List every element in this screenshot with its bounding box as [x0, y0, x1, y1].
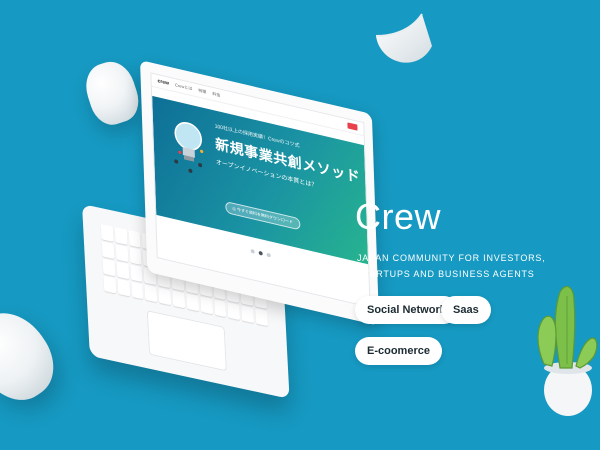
- site-nav-cta-button[interactable]: [347, 122, 358, 131]
- website-preview: crew Crewとは 特徴 料金 100社以上の採用実績！Crewのコツ式 新…: [150, 72, 371, 308]
- keyboard-key: [116, 261, 129, 280]
- carousel-dot-active[interactable]: [258, 250, 263, 256]
- laptop-mockup: crew Crewとは 特徴 料金 100社以上の採用実績！Crewのコツ式 新…: [80, 50, 380, 399]
- keyboard-key: [128, 230, 142, 248]
- floating-bowl-decoration: [370, 6, 440, 76]
- keyboard-key: [103, 275, 117, 294]
- site-nav-item[interactable]: 特徴: [198, 88, 206, 96]
- carousel-dot[interactable]: [266, 252, 271, 258]
- tag-saas[interactable]: Saas: [441, 296, 491, 324]
- carousel-dots: [250, 248, 271, 258]
- app-title: Crew: [355, 196, 442, 237]
- floating-egg-decoration: [0, 298, 69, 414]
- site-nav-item[interactable]: 料金: [212, 91, 220, 99]
- lightbulb-icon: [169, 114, 209, 183]
- keyboard-key: [115, 244, 129, 263]
- keyboard-key: [117, 278, 130, 297]
- keyboard-key: [131, 281, 144, 300]
- hero-text-block: 100社以上の採用実績！Crewのコツ式 新規事業共創メソッド オープンイノベー…: [215, 122, 361, 199]
- laptop-lid: crew Crewとは 特徴 料金 100社以上の採用実績！Crewのコツ式 新…: [140, 60, 380, 326]
- keyboard-key: [102, 258, 116, 277]
- keyboard-key: [101, 241, 115, 260]
- keyboard-key: [129, 247, 142, 265]
- site-logo[interactable]: crew: [157, 78, 169, 87]
- keyboard-key: [100, 224, 114, 242]
- carousel-dot[interactable]: [250, 248, 255, 254]
- app-showcase: crew Crewとは 特徴 料金 100社以上の採用実績！Crewのコツ式 新…: [0, 0, 600, 450]
- keyboard-key: [130, 264, 143, 283]
- cactus-plant-icon: [530, 272, 600, 422]
- tag-ecommerce[interactable]: E-coomerce: [355, 337, 442, 365]
- app-tagline: JAPAN COMMUNITY FOR INVESTORS, STARTUPS …: [357, 253, 546, 279]
- hero-download-button[interactable]: ◎ 今すぐ資料を無料ダウンロード: [225, 200, 301, 231]
- site-nav-item[interactable]: Crewとは: [175, 82, 193, 92]
- laptop-trackpad: [146, 310, 227, 372]
- keyboard-key: [114, 227, 128, 245]
